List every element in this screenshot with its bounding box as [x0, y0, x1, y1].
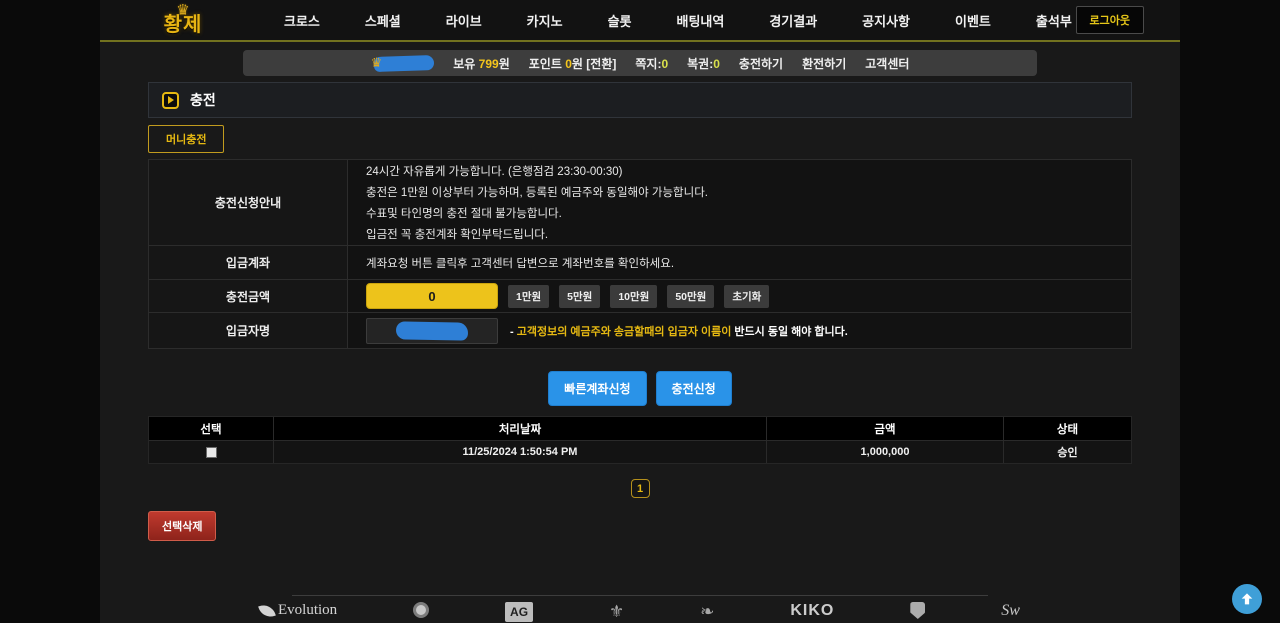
account-label: 입금계좌 — [149, 246, 348, 279]
ornament-logo-1: ⚜ — [609, 602, 624, 622]
lottery-count: 0 — [713, 57, 720, 71]
balance-value: 799 — [479, 57, 499, 71]
nav-item-special[interactable]: 스페셜 — [365, 11, 401, 30]
quick-amount-100k-button[interactable]: 10만원 — [610, 285, 657, 308]
form-row-account: 입금계좌 계좌요청 버튼 클릭후 고객센터 답변으로 계좌번호를 확인하세요. — [149, 246, 1131, 280]
username-redacted: ♛ — [371, 50, 435, 76]
main-content: 충전 머니충전 충전신청안내 24시간 자유롭게 가능합니다. (은행점검 23… — [148, 82, 1132, 541]
scroll-to-top-button[interactable] — [1232, 584, 1262, 614]
guide-line: 수표및 타인명의 충전 절대 불가능합니다. — [366, 204, 1131, 225]
deposit-form-table: 충전신청안내 24시간 자유롭게 가능합니다. (은행점검 23:30-00:3… — [148, 159, 1132, 349]
site-logo[interactable]: ♛ 황제 — [152, 6, 214, 34]
ornament-icon: ⚜ — [609, 602, 624, 622]
nav-item-betting-history[interactable]: 배팅내역 — [676, 11, 724, 30]
quick-amount-500k-button[interactable]: 50만원 — [667, 285, 714, 308]
col-select: 선택 — [149, 417, 274, 440]
guide-line: 24시간 자유롭게 가능합니다. (은행점검 23:30-00:30) — [366, 162, 1131, 183]
history-header-row: 선택 처리날짜 금액 상태 — [149, 417, 1131, 440]
play-icon — [162, 92, 179, 109]
amount-label: 충전금액 — [149, 280, 348, 312]
circle-icon — [413, 602, 429, 618]
guide-label: 충전신청안내 — [149, 160, 348, 245]
col-amount: 금액 — [767, 417, 1004, 440]
row-date: 11/25/2024 1:50:54 PM — [274, 441, 767, 463]
ornament-icon: ❧ — [700, 602, 714, 622]
nav-item-attendance[interactable]: 출석부 — [1036, 11, 1072, 30]
evolution-logo: Evolution — [260, 602, 337, 619]
top-navbar: ♛ 황제 크로스 스페셜 라이브 카지노 슬롯 배팅내역 경기결과 공지사항 이… — [100, 0, 1180, 42]
withdraw-link[interactable]: 환전하기 — [802, 55, 846, 72]
kiko-logo: KIKO — [790, 602, 834, 620]
row-status: 승인 — [1004, 441, 1131, 463]
section-header: 충전 — [148, 82, 1132, 118]
nav-item-casino[interactable]: 카지노 — [527, 11, 563, 30]
pagination: 1 — [148, 479, 1132, 498]
message-count: 0 — [661, 57, 668, 71]
user-info-bar: ♛ 보유 799원 포인트 0원 [전환] 쪽지:0 복권:0 충전하기 환전하… — [243, 50, 1037, 76]
nav-item-live[interactable]: 라이브 — [446, 11, 482, 30]
amount-input[interactable] — [366, 283, 498, 309]
asia-gaming-logo: AG — [505, 602, 533, 622]
logo-text: 황제 — [152, 16, 214, 34]
quick-amount-50k-button[interactable]: 5만원 — [559, 285, 600, 308]
table-row: 11/25/2024 1:50:54 PM 1,000,000 승인 — [149, 440, 1131, 463]
account-note: 계좌요청 버튼 클릭후 고객센터 답변으로 계좌번호를 확인하세요. — [366, 255, 1131, 271]
form-row-amount: 충전금액 1만원 5만원 10만원 50만원 초기화 — [149, 280, 1131, 313]
shield-logo — [910, 602, 925, 619]
depositor-label: 입금자명 — [149, 313, 348, 348]
delete-selected-button[interactable]: 선택삭제 — [148, 511, 216, 541]
depositor-redaction-scribble — [396, 321, 468, 340]
points[interactable]: 포인트 0원 [전환] — [529, 55, 617, 72]
messages-counter[interactable]: 쪽지:0 — [635, 55, 668, 72]
quick-amount-10k-button[interactable]: 1만원 — [508, 285, 549, 308]
lottery-counter[interactable]: 복권:0 — [687, 55, 720, 72]
depositor-name-input[interactable] — [366, 318, 498, 344]
guide-line: 입금전 꼭 충전계좌 확인부탁드립니다. — [366, 225, 1131, 246]
shield-icon — [910, 602, 925, 619]
page-1-button[interactable]: 1 — [631, 479, 650, 498]
row-amount: 1,000,000 — [767, 441, 1004, 463]
username-redaction-scribble — [374, 54, 434, 71]
deposit-link[interactable]: 충전하기 — [739, 55, 783, 72]
partner-logos: Evolution AG ⚜ ❧ KIKO Sw — [260, 602, 1020, 622]
customer-center-link[interactable]: 고객센터 — [865, 55, 909, 72]
main-nav: 크로스 스페셜 라이브 카지노 슬롯 배팅내역 경기결과 공지사항 이벤트 출석… — [284, 11, 1072, 30]
up-arrow-icon — [1239, 591, 1255, 607]
point-value: 0 — [565, 57, 572, 71]
balance: 보유 799원 — [453, 55, 510, 72]
deposit-history-table: 선택 처리날짜 금액 상태 11/25/2024 1:50:54 PM 1,00… — [148, 416, 1132, 464]
circle-logo — [413, 602, 429, 618]
nav-item-event[interactable]: 이벤트 — [955, 11, 991, 30]
nav-item-slot[interactable]: 슬롯 — [608, 11, 632, 30]
row-checkbox[interactable] — [206, 447, 217, 458]
nav-item-game-results[interactable]: 경기결과 — [769, 11, 817, 30]
footer-divider — [292, 595, 988, 596]
action-buttons: 빠른계좌신청 충전신청 — [148, 371, 1132, 406]
user-level-crown-icon: ♛ — [371, 55, 383, 71]
depositor-note: - 고객정보의 예금주와 송금할때의 입금자 이름이 반드시 동일 해야 합니다… — [510, 323, 848, 339]
page-container: ♛ 황제 크로스 스페셜 라이브 카지노 슬롯 배팅내역 경기결과 공지사항 이… — [100, 0, 1180, 623]
amount-reset-button[interactable]: 초기화 — [724, 285, 769, 308]
deposit-submit-button[interactable]: 충전신청 — [656, 371, 732, 406]
guide-line: 충전은 1만원 이상부터 가능하며, 등록된 예금주와 동일해야 가능합니다. — [366, 183, 1131, 204]
col-status: 상태 — [1004, 417, 1131, 440]
footer: Evolution AG ⚜ ❧ KIKO Sw — [100, 595, 1180, 622]
col-date: 처리날짜 — [274, 417, 767, 440]
form-row-guide: 충전신청안내 24시간 자유롭게 가능합니다. (은행점검 23:30-00:3… — [149, 160, 1131, 246]
quick-account-request-button[interactable]: 빠른계좌신청 — [548, 371, 646, 406]
money-deposit-tab[interactable]: 머니충전 — [148, 125, 224, 153]
point-convert-link: [전환] — [586, 57, 616, 71]
ornament-logo-2: ❧ — [700, 602, 714, 622]
script-logo: Sw — [1001, 602, 1020, 620]
logout-button[interactable]: 로그아웃 — [1076, 6, 1144, 34]
page-title: 충전 — [190, 90, 216, 110]
nav-item-cross[interactable]: 크로스 — [284, 11, 320, 30]
leaf-icon — [258, 602, 276, 620]
form-row-depositor: 입금자명 - 고객정보의 예금주와 송금할때의 입금자 이름이 반드시 동일 해… — [149, 313, 1131, 348]
nav-item-notice[interactable]: 공지사항 — [862, 11, 910, 30]
